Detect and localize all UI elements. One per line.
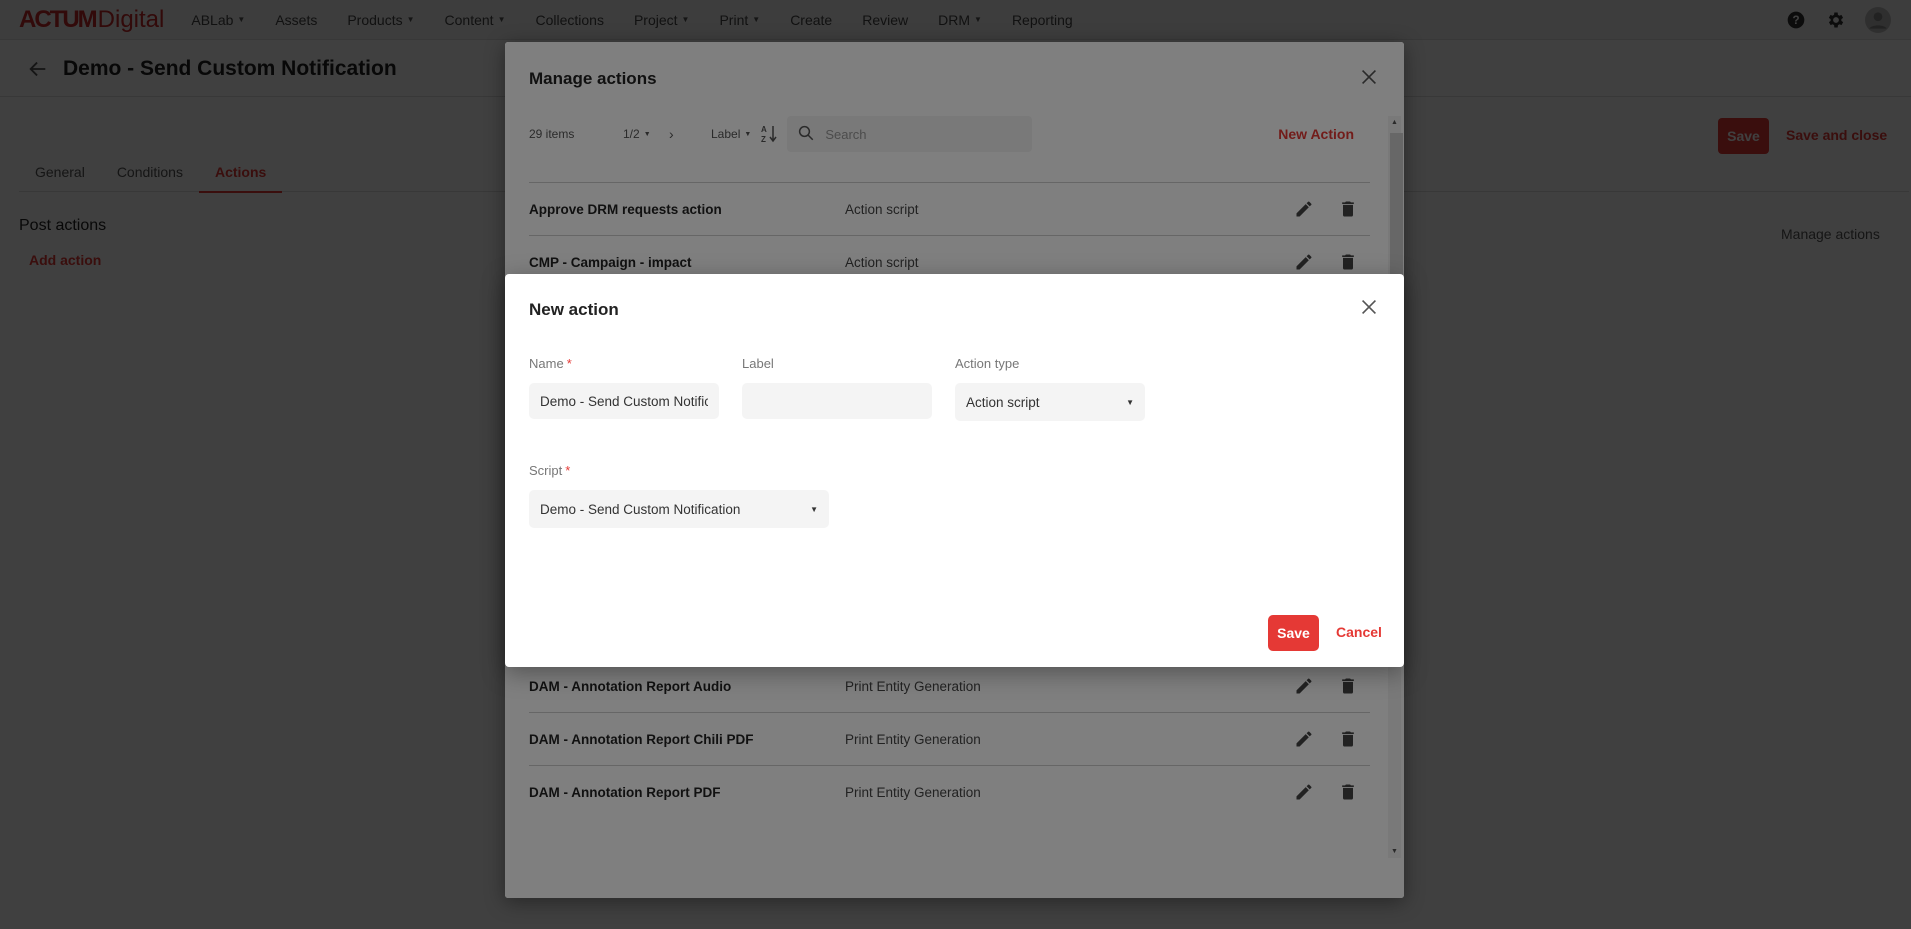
action-type-field-label: Action type — [955, 356, 1019, 371]
label-text: Label — [742, 356, 774, 371]
name-field-label: Name * — [529, 356, 572, 371]
required-asterisk: * — [566, 356, 572, 371]
caret-down-icon: ▼ — [1126, 397, 1134, 407]
label-field — [742, 383, 932, 419]
required-asterisk: * — [565, 463, 571, 478]
script-select[interactable]: Demo - Send Custom Notification ▼ — [529, 490, 829, 528]
action-type-value: Action script — [966, 394, 1040, 410]
label-field-label: Label — [742, 356, 774, 371]
label-text: Name — [529, 356, 564, 371]
new-action-modal: New action Name* Label Action type Actio… — [505, 274, 1404, 667]
script-field-label: Script * — [529, 463, 570, 478]
action-type-select[interactable]: Action script ▼ — [955, 383, 1145, 421]
cancel-button[interactable]: Cancel — [1336, 624, 1382, 640]
label-text: Action type — [955, 356, 1020, 371]
name-input[interactable] — [540, 393, 708, 409]
new-action-title: New action — [529, 300, 619, 319]
name-field — [529, 383, 719, 419]
label-text: Script — [529, 463, 563, 478]
label-input[interactable] — [753, 393, 921, 409]
script-value: Demo - Send Custom Notification — [540, 501, 741, 517]
caret-down-icon: ▼ — [810, 504, 818, 514]
save-button[interactable]: Save — [1268, 615, 1319, 651]
close-icon[interactable] — [1358, 296, 1380, 318]
